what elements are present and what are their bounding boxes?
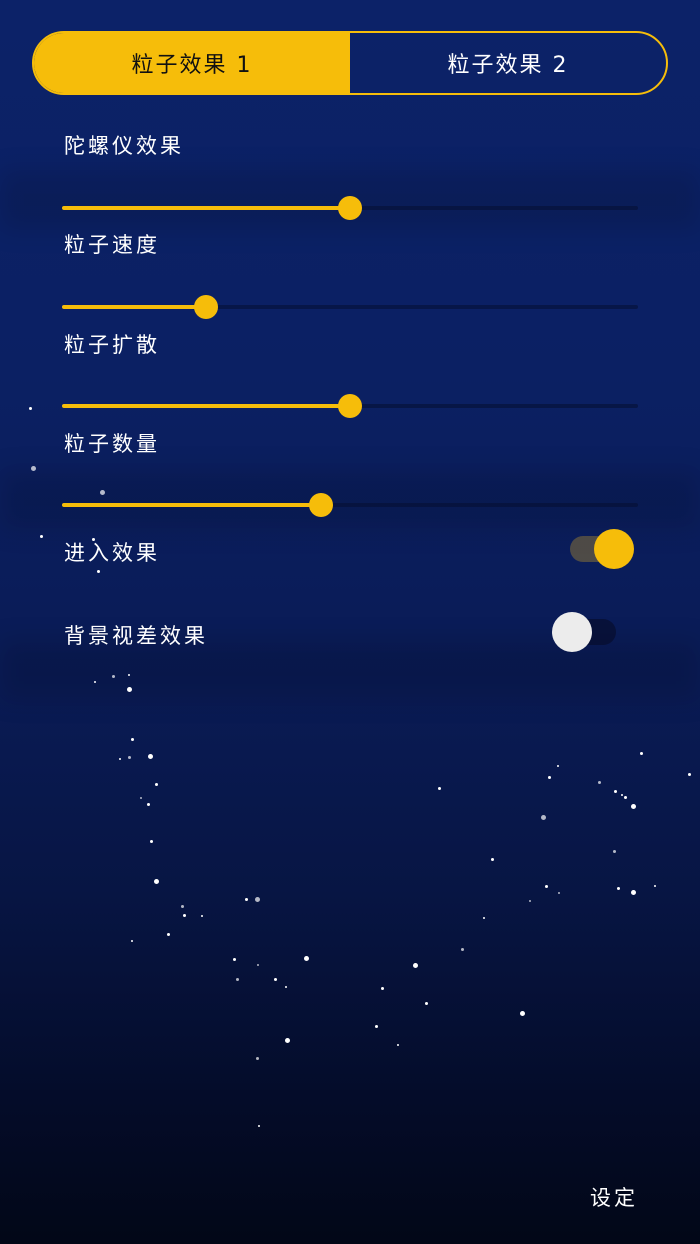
settings-button[interactable]: 设定	[582, 1181, 646, 1215]
star-particle	[558, 892, 560, 894]
star-particle	[285, 986, 287, 988]
star-particle	[201, 915, 203, 917]
slider-thumb[interactable]	[338, 196, 362, 220]
star-particle	[375, 1025, 378, 1028]
entry-effect-toggle[interactable]	[568, 529, 634, 569]
star-particle	[491, 858, 494, 861]
star-particle	[255, 897, 260, 902]
slider-thumb[interactable]	[338, 394, 362, 418]
parallax-effect-toggle[interactable]	[552, 612, 624, 652]
star-particle	[274, 978, 277, 981]
star-particle	[654, 885, 656, 887]
slider-fill	[62, 305, 206, 309]
star-particle	[131, 738, 134, 741]
star-particle	[148, 754, 153, 759]
toggle-knob[interactable]	[594, 529, 634, 569]
star-particle	[413, 963, 418, 968]
parallax-effect-label: 背景视差效果	[64, 624, 208, 648]
gyro-effect-label: 陀螺仪效果	[64, 134, 184, 158]
star-particle	[233, 958, 236, 961]
star-particle	[97, 570, 100, 573]
star-particle	[613, 850, 616, 853]
star-particle	[236, 978, 239, 981]
star-particle	[94, 681, 96, 683]
star-particle	[614, 790, 617, 793]
star-particle	[128, 756, 131, 759]
slider-thumb[interactable]	[194, 295, 218, 319]
entry-effect-label: 进入效果	[64, 541, 160, 565]
star-particle	[545, 885, 548, 888]
star-particle	[167, 933, 170, 936]
star-particle	[640, 752, 643, 755]
particle-spread-label: 粒子扩散	[64, 333, 160, 357]
star-particle	[520, 1011, 525, 1016]
star-particle	[154, 879, 159, 884]
star-particle	[155, 783, 158, 786]
slider-thumb[interactable]	[309, 493, 334, 517]
slider-fill	[62, 503, 322, 507]
star-particle	[631, 890, 636, 895]
star-particle	[529, 900, 531, 902]
star-particle	[257, 964, 259, 966]
star-particle	[397, 1044, 399, 1046]
star-particle	[147, 803, 150, 806]
slider-fill	[62, 206, 350, 210]
star-particle	[112, 675, 115, 678]
particle-speed-slider[interactable]	[62, 295, 638, 319]
star-particle	[150, 840, 153, 843]
star-particle	[128, 674, 130, 676]
slider-fill	[62, 404, 350, 408]
toggle-knob[interactable]	[552, 612, 592, 652]
star-particle	[541, 815, 546, 820]
star-particle	[40, 535, 43, 538]
star-particle	[425, 1002, 428, 1005]
star-particle	[127, 687, 132, 692]
star-particle	[304, 956, 309, 961]
tab-particle-effect-2[interactable]: 粒子效果 2	[350, 33, 666, 93]
star-particle	[256, 1057, 259, 1060]
star-particle	[31, 466, 36, 471]
particle-count-label: 粒子数量	[64, 432, 160, 456]
star-particle	[438, 787, 441, 790]
star-particle	[140, 797, 142, 799]
star-particle	[631, 804, 636, 809]
effect-tab-bar: 粒子效果 1 粒子效果 2	[32, 31, 668, 95]
star-particle	[183, 914, 186, 917]
star-particle	[461, 948, 464, 951]
star-particle	[624, 796, 627, 799]
star-particle	[245, 898, 248, 901]
particle-spread-slider[interactable]	[62, 394, 638, 418]
star-particle	[29, 407, 32, 410]
particle-speed-label: 粒子速度	[64, 233, 160, 257]
star-particle	[258, 1125, 260, 1127]
star-particle	[621, 794, 623, 796]
star-particle	[598, 781, 601, 784]
star-particle	[381, 987, 384, 990]
star-particle	[483, 917, 485, 919]
star-particle	[119, 758, 121, 760]
tab-particle-effect-1[interactable]: 粒子效果 1	[34, 33, 350, 93]
star-particle	[181, 905, 184, 908]
star-particle	[548, 776, 551, 779]
star-particle	[285, 1038, 290, 1043]
star-particle	[688, 773, 691, 776]
star-particle	[557, 765, 559, 767]
star-particle	[131, 940, 133, 942]
star-particle	[617, 887, 620, 890]
gyro-effect-slider[interactable]	[62, 196, 638, 220]
particle-count-slider[interactable]	[62, 493, 638, 517]
